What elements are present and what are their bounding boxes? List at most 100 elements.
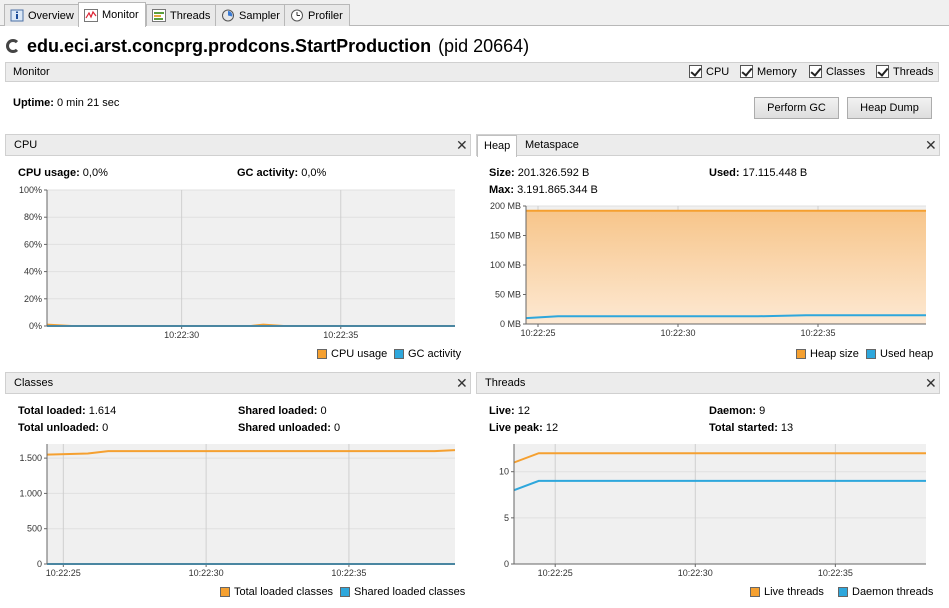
stat-label: Used: bbox=[709, 167, 740, 179]
panel-title: Classes bbox=[14, 377, 54, 389]
tab-label: Overview bbox=[28, 9, 74, 22]
legend-swatch bbox=[340, 587, 350, 597]
panel-title: Threads bbox=[485, 377, 526, 389]
uptime: Uptime: 0 min 21 sec bbox=[13, 97, 119, 109]
stat-value: 13 bbox=[777, 422, 794, 434]
uptime-value: 0 min 21 sec bbox=[53, 97, 120, 109]
stat-label: Live peak: bbox=[489, 422, 543, 434]
plot-area bbox=[47, 190, 455, 326]
heap-panel-header: Heap Metaspace ✕ bbox=[476, 134, 940, 157]
stat-value: 17.115.448 B bbox=[739, 167, 808, 179]
perform-gc-button[interactable]: Perform GC bbox=[754, 97, 839, 119]
stat-value: 0 bbox=[317, 405, 327, 417]
close-icon[interactable]: ✕ bbox=[925, 137, 937, 153]
cpu-panel-header: CPU ✕ bbox=[5, 134, 471, 156]
legend-daemon-threads: Daemon threads bbox=[838, 586, 933, 598]
stat-label: Live: bbox=[489, 405, 515, 417]
tab-profiler[interactable]: Profiler bbox=[284, 4, 350, 26]
stat-label: CPU usage: bbox=[18, 167, 80, 179]
y-tick-label: 200 MB bbox=[490, 201, 521, 211]
monitor-chart-icon bbox=[84, 8, 98, 22]
checkbox-label: Memory bbox=[757, 65, 797, 78]
legend-gc-activity: GC activity bbox=[394, 348, 461, 360]
shared-loaded-stat: Shared loaded: 0 bbox=[238, 405, 327, 417]
live-peak-stat: Live peak: 12 bbox=[489, 422, 558, 434]
monitor-label: Monitor bbox=[13, 66, 50, 78]
y-tick-label: 0 bbox=[504, 559, 509, 569]
legend-used-heap: Used heap bbox=[866, 348, 933, 360]
cpu-panel: CPU ✕ CPU usage: 0,0% GC activity: 0,0% … bbox=[5, 134, 471, 364]
y-tick-label: 0 bbox=[37, 559, 42, 569]
stat-label: Daemon: bbox=[709, 405, 757, 417]
tab-overview[interactable]: Overview bbox=[4, 4, 81, 26]
total-unloaded-stat: Total unloaded: 0 bbox=[18, 422, 108, 434]
threads-panel: Threads ✕ Live: 12 Live peak: 12 Daemon:… bbox=[476, 372, 940, 604]
tab-sampler[interactable]: Sampler bbox=[215, 4, 287, 26]
application-name: edu.eci.arst.concprg.prodcons.StartProdu… bbox=[27, 35, 432, 56]
heap-dump-button[interactable]: Heap Dump bbox=[847, 97, 932, 119]
x-tick-label: 10:22:30 bbox=[164, 330, 199, 340]
legend-label: Total loaded classes bbox=[234, 586, 334, 598]
y-tick-label: 50 MB bbox=[495, 290, 521, 300]
heap-size-stat: Size: 201.326.592 B bbox=[489, 167, 589, 179]
checkmark-icon bbox=[740, 65, 753, 78]
y-tick-label: 60% bbox=[24, 239, 42, 249]
close-icon[interactable]: ✕ bbox=[456, 375, 468, 391]
x-tick-label: 10:22:30 bbox=[678, 568, 713, 578]
threads-checkbox[interactable]: Threads bbox=[876, 65, 933, 78]
total-loaded-stat: Total loaded: 1.614 bbox=[18, 405, 116, 417]
checkbox-label: Threads bbox=[893, 65, 934, 78]
classes-panel: Classes ✕ Total loaded: 1.614 Total unlo… bbox=[5, 372, 471, 604]
x-tick-label: 10:22:30 bbox=[660, 328, 695, 338]
y-tick-label: 100 MB bbox=[490, 260, 521, 270]
tab-metaspace[interactable]: Metaspace bbox=[519, 135, 585, 157]
checkmark-icon bbox=[809, 65, 822, 78]
profiler-clock-icon bbox=[290, 9, 304, 22]
legend-live-threads: Live threads bbox=[750, 586, 824, 598]
live-stat: Live: 12 bbox=[489, 405, 530, 417]
stat-label: Size: bbox=[489, 167, 515, 179]
stat-value: 12 bbox=[514, 405, 530, 417]
stat-label: Shared loaded: bbox=[238, 405, 318, 417]
x-tick-label: 10:22:35 bbox=[323, 330, 358, 340]
cpu-checkbox[interactable]: CPU bbox=[689, 65, 729, 78]
legend-shared-loaded-classes: Shared loaded classes bbox=[340, 586, 465, 598]
y-tick-label: 500 bbox=[27, 524, 42, 534]
y-tick-label: 10 bbox=[499, 467, 509, 477]
tab-monitor[interactable]: Monitor bbox=[78, 2, 146, 27]
classes-checkbox[interactable]: Classes bbox=[809, 65, 865, 78]
stat-label: Shared unloaded: bbox=[238, 422, 331, 434]
legend-swatch bbox=[394, 349, 404, 359]
legend-total-loaded-classes: Total loaded classes bbox=[220, 586, 333, 598]
stat-value: 0,0% bbox=[79, 167, 108, 179]
stat-value: 0 bbox=[99, 422, 109, 434]
stat-label: GC activity: bbox=[237, 167, 299, 179]
stat-value: 1.614 bbox=[85, 405, 117, 417]
cpu-usage-stat: CPU usage: 0,0% bbox=[18, 167, 108, 179]
daemon-stat: Daemon: 9 bbox=[709, 405, 765, 417]
tab-heap[interactable]: Heap bbox=[477, 135, 518, 157]
y-tick-label: 100% bbox=[19, 185, 42, 195]
close-icon[interactable]: ✕ bbox=[456, 137, 468, 153]
shared-unloaded-stat: Shared unloaded: 0 bbox=[238, 422, 340, 434]
legend-cpu-usage: CPU usage bbox=[317, 348, 387, 360]
uptime-label: Uptime: bbox=[13, 97, 54, 109]
tab-label: Profiler bbox=[308, 9, 343, 22]
close-icon[interactable]: ✕ bbox=[925, 375, 937, 391]
y-tick-label: 5 bbox=[504, 513, 509, 523]
classes-chart: 0 500 1.000 1.500 10:22:25 10:22:30 10:22:35 bbox=[19, 444, 456, 578]
legend-label: GC activity bbox=[408, 348, 462, 360]
legend-heap-size: Heap size bbox=[796, 348, 859, 360]
memory-checkbox[interactable]: Memory bbox=[740, 65, 797, 78]
tab-label: Sampler bbox=[239, 9, 280, 22]
threads-panel-header: Threads ✕ bbox=[476, 372, 940, 394]
y-tick-label: 40% bbox=[24, 267, 42, 277]
x-tick-label: 10:22:35 bbox=[800, 328, 835, 338]
legend-label: Used heap bbox=[880, 348, 934, 360]
legend-swatch bbox=[838, 587, 848, 597]
y-tick-label: 20% bbox=[24, 294, 42, 304]
checkmark-icon bbox=[876, 65, 889, 78]
tab-threads[interactable]: Threads bbox=[146, 4, 218, 26]
stat-value: 9 bbox=[756, 405, 766, 417]
legend-swatch bbox=[866, 349, 876, 359]
